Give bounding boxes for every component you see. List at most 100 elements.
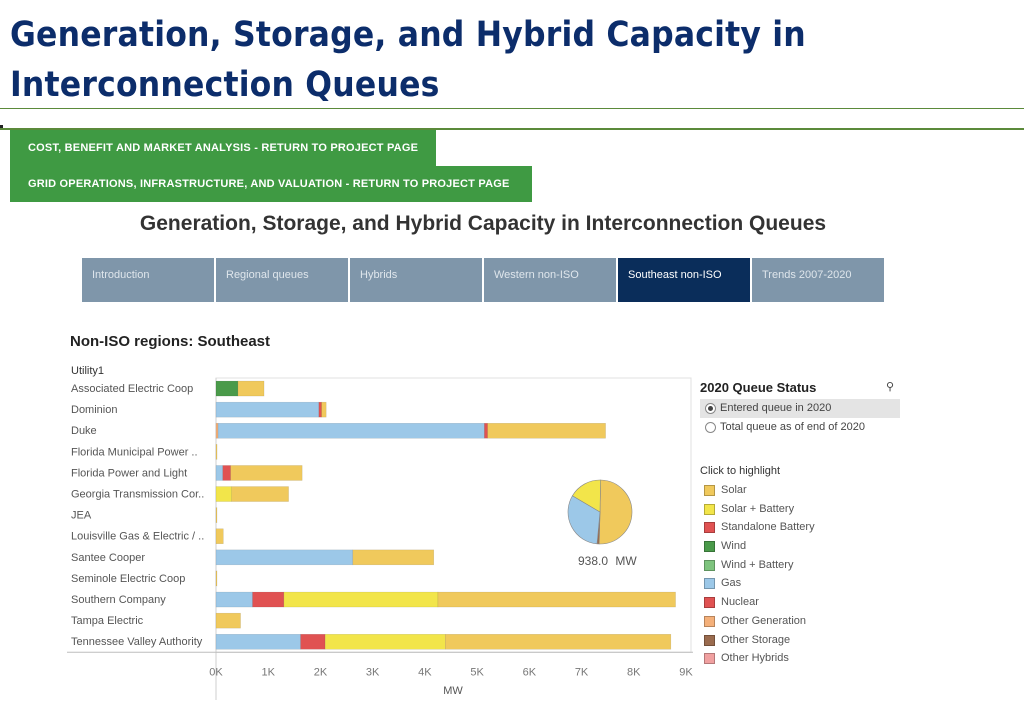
category-label: Louisville Gas & Electric / .. bbox=[71, 531, 204, 543]
legend-item-other-generation[interactable]: Other Generation bbox=[700, 612, 900, 631]
cost-benefit-link-button[interactable]: COST, BENEFIT AND MARKET ANALYSIS - RETU… bbox=[10, 130, 436, 166]
bar-segment-solar bbox=[231, 486, 289, 502]
bar-segment-gas bbox=[217, 423, 485, 439]
x-tick-label: 9K bbox=[679, 666, 693, 678]
category-label: Georgia Transmission Cor.. bbox=[71, 489, 204, 501]
x-tick-label: 5K bbox=[470, 666, 484, 678]
bar-segment-solar-battery bbox=[324, 634, 446, 650]
tab-southeast-non-iso[interactable]: Southeast non-ISO bbox=[618, 258, 750, 302]
radio-label: Total queue as of end of 2020 bbox=[720, 421, 865, 433]
bar-segment-other-generation bbox=[215, 423, 219, 439]
bar-segment-standalone-battery bbox=[252, 591, 285, 608]
x-tick-label: 4K bbox=[418, 666, 432, 678]
category-label: Florida Municipal Power .. bbox=[71, 446, 198, 458]
tab-regional-queues[interactable]: Regional queues bbox=[216, 258, 348, 302]
legend-item-standalone-battery[interactable]: Standalone Battery bbox=[700, 518, 900, 537]
bar-segment-solar bbox=[215, 444, 218, 460]
legend-panel: 2020 Queue Status ⚲ Entered queue in 202… bbox=[700, 380, 900, 668]
legend-swatch bbox=[704, 485, 715, 496]
legend-item-wind-battery[interactable]: Wind + Battery bbox=[700, 556, 900, 575]
pie-total-value: 938.0 bbox=[578, 554, 608, 568]
category-label: Duke bbox=[71, 425, 97, 437]
legend-label: Other Hybrids bbox=[721, 652, 789, 665]
x-axis-label: MW bbox=[443, 685, 463, 697]
highlight-label: Click to highlight bbox=[700, 465, 781, 477]
legend-label: Solar + Battery bbox=[721, 502, 795, 515]
legend-item-gas[interactable]: Gas bbox=[700, 574, 900, 593]
bar-segment-gas bbox=[215, 549, 354, 566]
legend-label: Standalone Battery bbox=[721, 521, 815, 534]
legend-item-other-hybrids[interactable]: Other Hybrids bbox=[700, 649, 900, 668]
radio-total-queue-2020[interactable]: Total queue as of end of 2020 bbox=[700, 418, 900, 437]
legend-label: Gas bbox=[721, 577, 742, 590]
title-divider bbox=[0, 108, 1024, 109]
category-label: Dominion bbox=[71, 404, 117, 416]
legend-label: Nuclear bbox=[721, 596, 759, 609]
bar-segment-gas bbox=[215, 634, 301, 650]
pie-slice-solar bbox=[598, 479, 633, 545]
bar-segment-solar bbox=[215, 507, 218, 523]
tab-introduction[interactable]: Introduction bbox=[82, 258, 214, 302]
row-header-label: Utility1 bbox=[71, 365, 104, 377]
legend-swatch bbox=[704, 634, 715, 646]
bar-segment-solar-battery bbox=[215, 486, 232, 502]
x-tick-label: 0K bbox=[209, 666, 223, 678]
legend-swatch bbox=[704, 541, 715, 553]
radio-entered-queue-2020[interactable]: Entered queue in 2020 bbox=[700, 399, 900, 418]
bar-segment-standalone-battery bbox=[300, 634, 326, 650]
x-tick-label: 7K bbox=[575, 666, 589, 678]
bar-segment-solar bbox=[230, 465, 303, 481]
category-label: JEA bbox=[71, 510, 92, 522]
bar-segment-solar-battery bbox=[283, 591, 439, 608]
x-tick-label: 2K bbox=[314, 666, 328, 678]
category-label: Associated Electric Coop bbox=[71, 383, 193, 395]
x-tick-label: 8K bbox=[627, 666, 641, 678]
x-tick-label: 3K bbox=[366, 666, 380, 678]
legend-list: Solar Solar + Battery Standalone Battery Wi… bbox=[700, 481, 900, 668]
radio-unselected-icon bbox=[705, 422, 716, 433]
legend-item-nuclear[interactable]: Nuclear bbox=[700, 593, 900, 612]
legend-swatch bbox=[704, 653, 715, 665]
bar-segment-solar bbox=[487, 423, 606, 439]
bar-segment-solar bbox=[352, 549, 435, 566]
section-title: Non-ISO regions: Southeast bbox=[70, 333, 271, 350]
category-label: Tennessee Valley Authority bbox=[71, 636, 203, 648]
stacked-bar-chart: Utility1 Associated Electric Coop Dominion… bbox=[67, 365, 693, 700]
legend-swatch bbox=[704, 597, 715, 609]
bar-segment-standalone-battery bbox=[484, 423, 488, 439]
bar-segment-solar bbox=[237, 380, 265, 397]
bar-segment-solar bbox=[321, 401, 327, 418]
queue-status-title: 2020 Queue Status bbox=[700, 380, 817, 395]
tab-hybrids[interactable]: Hybrids bbox=[350, 258, 482, 302]
bar-segment-wind bbox=[215, 380, 239, 397]
bar-segment-standalone-battery bbox=[318, 401, 322, 418]
bar-segment-solar bbox=[445, 634, 672, 650]
dashboard-tabs: Introduction Regional queues Hybrids Wes… bbox=[82, 258, 886, 302]
bar-segment-solar bbox=[437, 591, 676, 608]
legend-swatch bbox=[704, 559, 715, 571]
bar-segment-solar bbox=[215, 528, 224, 544]
radio-selected-icon bbox=[705, 403, 716, 414]
legend-item-solar[interactable]: Solar bbox=[700, 481, 900, 500]
category-label: Florida Power and Light bbox=[71, 467, 187, 479]
category-label: Southern Company bbox=[71, 594, 166, 606]
bar-segment-solar bbox=[215, 570, 218, 587]
legend-swatch bbox=[704, 615, 715, 627]
bar-segment-standalone-battery bbox=[222, 465, 231, 481]
tab-western-non-iso[interactable]: Western non-ISO bbox=[484, 258, 616, 302]
legend-swatch bbox=[704, 522, 715, 534]
tab-trends[interactable]: Trends 2007-2020 bbox=[752, 258, 884, 302]
bar-segment-gas bbox=[215, 465, 224, 481]
category-label: Tampa Electric bbox=[71, 615, 144, 627]
legend-item-wind[interactable]: Wind bbox=[700, 537, 900, 556]
pie-unit-label: MW bbox=[615, 554, 637, 568]
dashboard-title: Generation, Storage, and Hybrid Capacity… bbox=[139, 212, 827, 235]
x-tick-label: 6K bbox=[523, 666, 537, 678]
legend-item-solar-battery[interactable]: Solar + Battery bbox=[700, 500, 900, 519]
legend-item-other-storage[interactable]: Other Storage bbox=[700, 631, 900, 650]
legend-label: Solar bbox=[721, 484, 747, 496]
bar-segment-gas bbox=[215, 401, 320, 418]
x-tick-label: 1K bbox=[261, 666, 275, 678]
grid-operations-link-button[interactable]: GRID OPERATIONS, INFRASTRUCTURE, AND VAL… bbox=[10, 166, 532, 202]
search-icon[interactable]: ⚲ bbox=[886, 380, 894, 393]
